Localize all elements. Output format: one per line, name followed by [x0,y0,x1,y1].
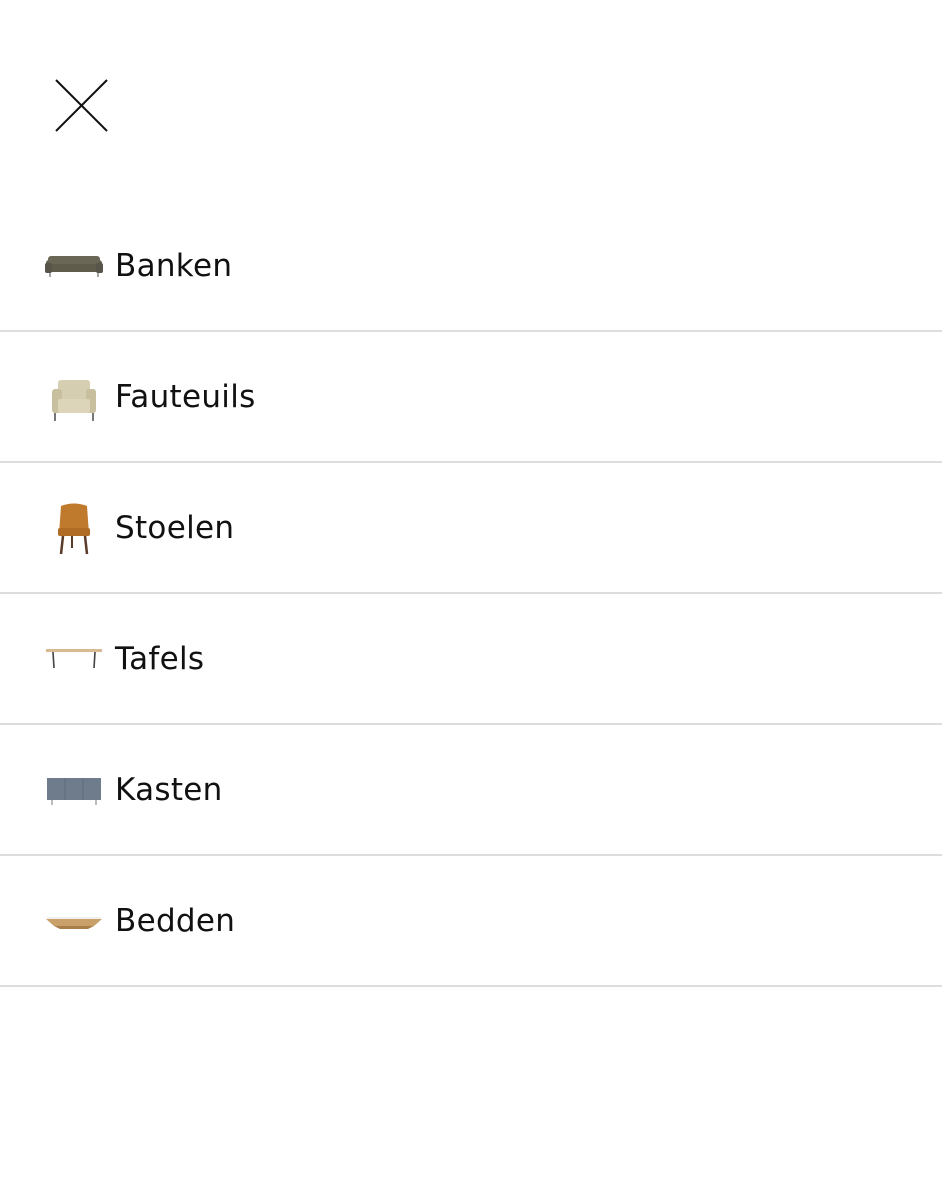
menu-item-label: Fauteuils [115,378,256,415]
chair-icon [44,498,104,558]
category-list: Banken Fauteuils Stoelen Tafels Kasten B… [0,201,942,987]
menu-item-label: Tafels [115,640,205,677]
menu-item-label: Bedden [115,902,236,939]
armchair-icon [44,367,104,427]
menu-item-label: Stoelen [115,509,235,546]
sofa-icon [44,236,104,296]
close-button[interactable] [52,76,112,136]
table-icon [44,629,104,689]
menu-item-label: Banken [115,247,233,284]
menu-item-stoelen[interactable]: Stoelen [0,463,942,594]
category-menu-page: Banken Fauteuils Stoelen Tafels Kasten B… [0,0,942,1182]
menu-item-tafels[interactable]: Tafels [0,594,942,725]
menu-item-banken[interactable]: Banken [0,201,942,332]
cabinet-icon [44,760,104,820]
close-icon [55,79,108,132]
menu-item-label: Kasten [115,771,223,808]
bed-icon [44,891,104,951]
menu-item-fauteuils[interactable]: Fauteuils [0,332,942,463]
menu-item-bedden[interactable]: Bedden [0,856,942,987]
menu-item-kasten[interactable]: Kasten [0,725,942,856]
